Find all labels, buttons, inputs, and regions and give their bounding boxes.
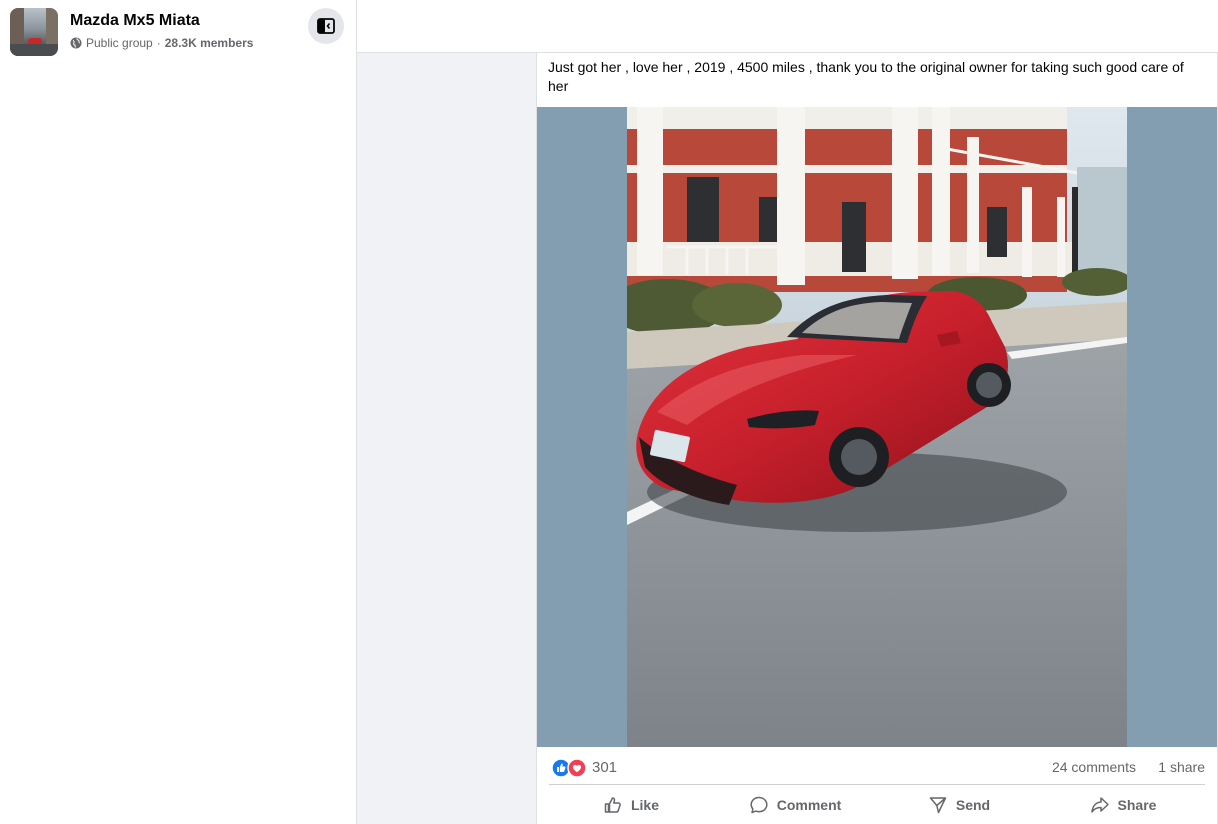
globe-icon <box>70 37 82 49</box>
group-sidebar: Mazda Mx5 Miata Public group · 28.3K mem… <box>0 0 357 824</box>
share-arrow-icon <box>1090 797 1109 813</box>
post-text: Just got her , love her , 2019 , 4500 mi… <box>548 59 1184 94</box>
like-label: Like <box>630 797 659 813</box>
reaction-count[interactable]: 301 <box>592 759 617 776</box>
send-icon <box>929 797 947 814</box>
love-reaction-icon <box>567 758 587 778</box>
top-bar <box>357 0 1218 53</box>
comment-label: Comment <box>776 797 842 813</box>
action-divider <box>549 784 1205 785</box>
post-photo-backdrop[interactable] <box>537 107 1217 747</box>
like-button[interactable]: Like <box>549 789 713 821</box>
reaction-icons[interactable] <box>551 758 589 778</box>
share-label: Share <box>1117 797 1157 813</box>
post-actions: Like Comment Send Share <box>549 789 1205 821</box>
speech-bubble-icon <box>750 796 768 814</box>
post-card: Just got her , love her , 2019 , 4500 mi… <box>536 53 1218 824</box>
send-button[interactable]: Send <box>877 789 1041 821</box>
comment-button[interactable]: Comment <box>713 789 877 821</box>
group-privacy: Public group <box>86 36 153 50</box>
send-label: Send <box>955 797 991 813</box>
collapse-sidebar-button[interactable] <box>308 8 344 44</box>
thumbs-up-icon <box>604 797 621 813</box>
reaction-summary: 301 24 comments 1 share <box>549 755 1205 779</box>
car-photo <box>627 107 1127 747</box>
share-button[interactable]: Share <box>1041 789 1205 821</box>
group-avatar[interactable] <box>10 8 58 56</box>
group-name[interactable]: Mazda Mx5 Miata <box>70 12 200 30</box>
comment-count[interactable]: 24 comments <box>1052 759 1136 775</box>
post-photo[interactable] <box>627 107 1127 747</box>
group-member-count[interactable]: 28.3K members <box>165 36 254 50</box>
group-meta: Public group · 28.3K members <box>70 36 253 50</box>
sidebar-toggle-icon <box>317 18 335 34</box>
share-count[interactable]: 1 share <box>1158 759 1205 775</box>
meta-separator: · <box>156 36 161 50</box>
